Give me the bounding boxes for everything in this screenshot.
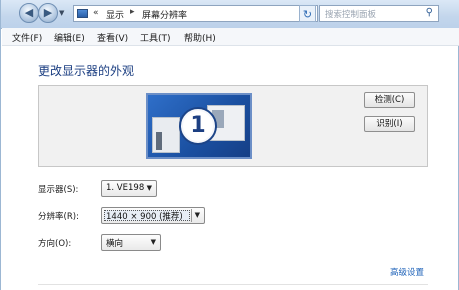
display-arrangement-panel: 1 检测(C) 识别(I) [38, 85, 428, 167]
orientation-label: 方向(O): [38, 239, 72, 249]
refresh-icon[interactable]: ↻ [299, 5, 316, 22]
chevron-down-icon: ▼ [146, 184, 152, 192]
search-icon[interactable]: ⚲ [426, 7, 433, 18]
breadcrumb-overflow[interactable]: « [93, 8, 99, 18]
orientation-select-value: 横向 [106, 239, 124, 249]
menu-help[interactable]: 帮助(H) [184, 31, 216, 44]
display-select[interactable]: 1. VE198 ▼ [101, 180, 157, 197]
orientation-select[interactable]: 横向 ▼ [101, 234, 161, 251]
chevron-down-icon: ▼ [194, 211, 200, 219]
address-box[interactable]: « 显示 ▸ 屏幕分辨率 ▼ [73, 5, 318, 22]
detect-button[interactable]: 检测(C) [364, 92, 415, 108]
search-input[interactable]: 搜索控制面板 ⚲ [319, 5, 439, 22]
menu-bar: 文件(F) 编辑(E) 查看(V) 工具(T) 帮助(H) [2, 28, 459, 46]
page-title: 更改显示器的外观 [38, 64, 135, 78]
chevron-down-icon: ▼ [150, 238, 156, 246]
menu-tools[interactable]: 工具(T) [140, 31, 171, 44]
display-select-value: 1. VE198 [106, 183, 145, 193]
resolution-select[interactable]: 1440 × 900 (推荐) ▼ [101, 207, 205, 224]
divider [38, 284, 428, 285]
search-placeholder: 搜索控制面板 [325, 10, 377, 20]
breadcrumb-arrow-icon[interactable]: ▸ [130, 7, 135, 17]
monitor-preview[interactable]: 1 [146, 93, 252, 159]
identify-button[interactable]: 识别(I) [364, 116, 415, 132]
window-frame: ◀ ▶ ▼ « 显示 ▸ 屏幕分辨率 ▼ ↻ 搜索控制面板 ⚲ 文件(F) 编辑… [0, 0, 459, 290]
advanced-settings-link[interactable]: 高级设置 [390, 266, 424, 278]
address-toolbar: ◀ ▶ ▼ « 显示 ▸ 屏幕分辨率 ▼ ↻ 搜索控制面板 ⚲ [1, 0, 459, 29]
preview-window-icon [152, 117, 180, 153]
monitor-number-badge: 1 [181, 109, 215, 143]
menu-edit[interactable]: 编辑(E) [54, 31, 85, 44]
breadcrumb-display[interactable]: 显示 [106, 8, 124, 21]
breadcrumb-screen-resolution[interactable]: 屏幕分辨率 [142, 8, 187, 21]
resolution-select-value: 1440 × 900 (推荐) [106, 212, 183, 222]
control-panel-icon [77, 9, 88, 18]
display-label: 显示器(S): [38, 185, 79, 195]
recent-pages-dropdown-icon[interactable]: ▼ [59, 9, 64, 17]
forward-button[interactable]: ▶ [38, 3, 58, 23]
menu-view[interactable]: 查看(V) [97, 31, 128, 44]
resolution-label: 分辨率(R): [38, 212, 79, 222]
back-button[interactable]: ◀ [19, 3, 39, 23]
menu-file[interactable]: 文件(F) [12, 31, 42, 44]
dropdown-divider [191, 209, 192, 222]
